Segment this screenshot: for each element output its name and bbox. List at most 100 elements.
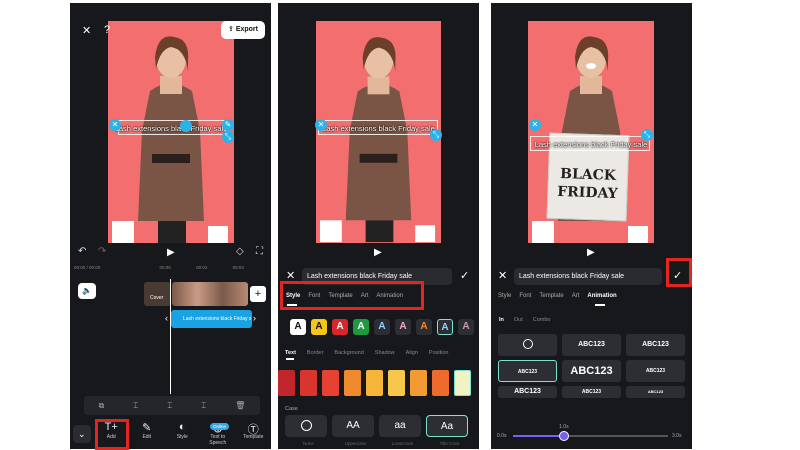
color-swatch[interactable] [410, 370, 427, 396]
play-icon[interactable]: ▶ [587, 247, 595, 258]
duration-end-label: 3.0s [672, 433, 682, 439]
duration-start-label: 0.0s [497, 433, 507, 439]
color-swatch[interactable] [344, 370, 361, 396]
animation-preset[interactable]: ABC123 [626, 360, 685, 382]
track-handle-icon[interactable]: ‹ [165, 313, 168, 323]
animation-preset[interactable]: ABC123 [562, 386, 621, 398]
none-icon [300, 419, 312, 431]
subtab-background[interactable]: Background [334, 350, 363, 356]
case-lowercase-button[interactable]: aa [379, 415, 421, 437]
resize-handle-icon[interactable]: ⤡ [222, 131, 234, 143]
help-icon[interactable]: ? [104, 24, 110, 36]
video-clip[interactable] [144, 282, 171, 306]
style-preset[interactable]: A [416, 319, 432, 335]
undo-icon[interactable]: ↶ [78, 246, 86, 257]
animation-none-button[interactable] [498, 334, 557, 356]
animation-preset[interactable]: ABC123 [498, 386, 557, 398]
case-option-label: Lowercase [391, 441, 414, 446]
color-swatch[interactable] [432, 370, 449, 396]
confirm-check-icon[interactable]: ✓ [460, 269, 469, 282]
board-text: FRIDAY [556, 183, 618, 203]
color-swatch[interactable] [388, 370, 405, 396]
redo-icon[interactable]: ↷ [98, 246, 106, 257]
split-icon[interactable]: ⌶ [167, 401, 172, 411]
video-preview[interactable]: BLACK FRIDAY Lash extensions black Frida… [528, 21, 654, 243]
play-icon[interactable]: ▶ [167, 247, 175, 258]
animation-preset[interactable]: ABC123 [562, 334, 621, 356]
delete-handle-icon[interactable]: ✕ [315, 119, 327, 131]
tab-animation[interactable]: Animation [587, 293, 616, 299]
animation-subtabs: In Out Combo [499, 317, 561, 323]
add-clip-button[interactable]: + [250, 286, 266, 302]
subtab-text[interactable]: Text [285, 350, 296, 356]
resize-handle-icon[interactable]: ⤡ [641, 129, 653, 141]
track-handle-icon[interactable]: › [253, 313, 256, 323]
style-preset[interactable]: A [353, 319, 369, 335]
tab-art[interactable]: Art [572, 293, 580, 299]
subtab-align[interactable]: Align [406, 350, 418, 356]
close-icon[interactable]: ✕ [498, 269, 507, 282]
text-track[interactable]: Lash extensions black Friday s [171, 310, 252, 328]
delete-handle-icon[interactable] [180, 120, 192, 132]
delete-handle-icon[interactable]: ✕ [109, 119, 121, 131]
color-swatch[interactable] [454, 370, 471, 396]
style-preset[interactable]: A [395, 319, 411, 335]
style-preset[interactable]: A [374, 319, 390, 335]
mute-audio-icon[interactable]: 🔈 [78, 283, 96, 299]
split-icon[interactable]: ⌶ [201, 401, 206, 411]
color-swatch[interactable] [322, 370, 339, 396]
tool-style[interactable]: ◐ Style [167, 421, 197, 440]
text-animation-screen: BLACK FRIDAY Lash extensions black Frida… [491, 3, 692, 449]
editor-screen: Lash extensions black Friday sale ✕ ✎ ⤡ … [70, 3, 271, 449]
overlay-text[interactable]: Lash extensions black Friday sale [316, 124, 441, 133]
keyframe-icon[interactable]: ◇ [236, 246, 244, 257]
export-label: Export [235, 26, 258, 33]
tab-font[interactable]: Font [519, 293, 531, 299]
play-icon[interactable]: ▶ [374, 247, 382, 258]
playhead[interactable] [170, 279, 171, 394]
tab-style[interactable]: Style [498, 293, 511, 299]
animation-preset[interactable]: ABC123 [626, 334, 685, 356]
resize-handle-icon[interactable]: ⤡ [430, 129, 442, 141]
text-input[interactable]: Lash extensions black Friday sale [514, 268, 662, 285]
subtab-shadow[interactable]: Shadow [375, 350, 395, 356]
case-titlecase-button[interactable]: Aa [426, 415, 468, 437]
duration-slider-knob[interactable] [559, 431, 570, 441]
tool-edit[interactable]: ✎ Edit [132, 421, 162, 440]
case-none-button[interactable] [285, 415, 327, 437]
overlay-text[interactable]: Lash extensions black Friday sale [108, 124, 234, 133]
edit-handle-icon[interactable]: ✎ [222, 119, 234, 131]
fullscreen-icon[interactable]: ⛶ [256, 246, 263, 257]
subtab-combo[interactable]: Combo [533, 317, 551, 323]
delete-handle-icon[interactable]: ✕ [529, 119, 541, 131]
subtab-out[interactable]: Out [514, 317, 523, 323]
video-preview[interactable]: Lash extensions black Friday sale [316, 21, 441, 243]
video-clip[interactable] [172, 282, 248, 306]
style-preset[interactable]: A [290, 319, 306, 335]
collapse-icon[interactable]: ⌄ [72, 425, 91, 443]
subtab-position[interactable]: Position [429, 350, 449, 356]
export-button[interactable]: ⇪ Export [221, 21, 265, 39]
animation-preset[interactable]: ABC123 [562, 360, 621, 382]
animation-preset[interactable]: ABC123 [626, 386, 685, 398]
case-uppercase-button[interactable]: AA [332, 415, 374, 437]
animation-preset[interactable]: ABC123 [498, 360, 557, 382]
none-icon [522, 339, 533, 350]
delete-icon[interactable]: 🗑 [235, 401, 245, 410]
style-preset[interactable]: A [458, 319, 474, 335]
color-swatch[interactable] [300, 370, 317, 396]
overlay-text[interactable]: Lash extensions black Friday sale [528, 140, 654, 149]
style-preset[interactable]: A [437, 319, 453, 335]
subtab-in[interactable]: In [499, 317, 504, 323]
split-icon[interactable]: ⌶ [133, 401, 138, 411]
video-preview[interactable]: Lash extensions black Friday sale [108, 21, 234, 243]
color-swatch[interactable] [366, 370, 383, 396]
duplicate-icon[interactable]: ⧉ [99, 401, 105, 411]
close-icon[interactable]: ✕ [82, 24, 91, 37]
tab-template[interactable]: Template [539, 293, 563, 299]
subtab-border[interactable]: Border [307, 350, 324, 356]
style-preset[interactable]: A [332, 319, 348, 335]
style-preset[interactable]: A [311, 319, 327, 335]
tool-template[interactable]: Ⓣ Template [238, 421, 268, 440]
color-swatch[interactable] [278, 370, 295, 396]
